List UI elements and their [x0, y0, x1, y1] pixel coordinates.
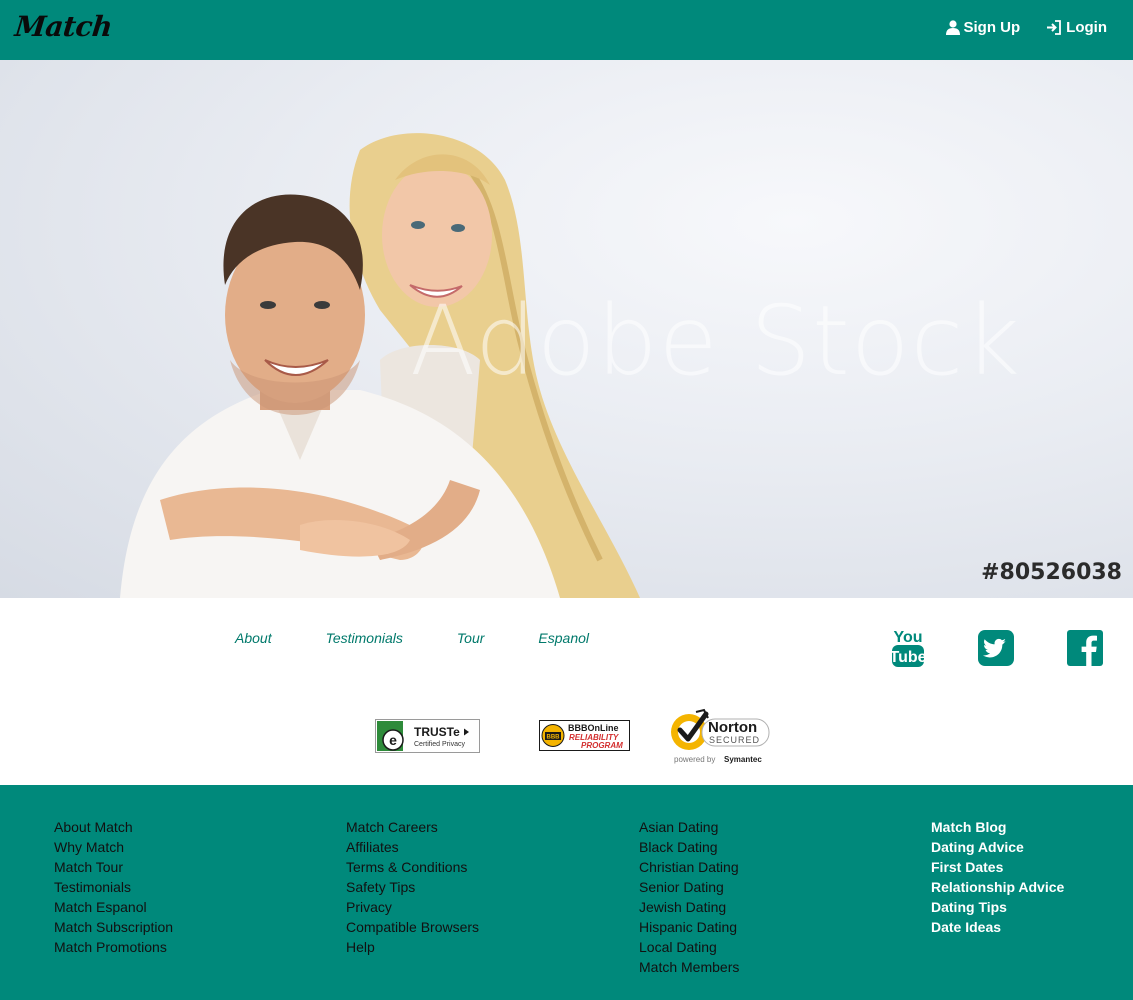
svg-text:Tube: Tube: [891, 649, 925, 666]
footer-link[interactable]: Black Dating: [639, 837, 739, 857]
svg-text:You: You: [893, 629, 922, 646]
subnav-about[interactable]: About: [235, 630, 272, 646]
footer-link[interactable]: Hispanic Dating: [639, 917, 739, 937]
norton-brand: Symantec: [724, 755, 762, 764]
match-logo[interactable]: Match: [13, 10, 113, 43]
norton-title: Norton: [708, 719, 757, 736]
stock-id: #80526038: [981, 560, 1122, 585]
footer-col-dating: Asian Dating Black Dating Christian Dati…: [639, 817, 739, 977]
subnav-testimonials[interactable]: Testimonials: [326, 630, 403, 646]
user-icon: [945, 20, 960, 35]
truste-seal-icon: e TRUSTe Certified Privacy: [375, 719, 480, 753]
norton-seal-icon: Norton SECURED powered by Symantec: [671, 708, 770, 764]
youtube-link[interactable]: You Tube: [891, 626, 925, 670]
footer-link[interactable]: Dating Advice: [931, 837, 1064, 857]
footer-col-info: Match Careers Affiliates Terms & Conditi…: [346, 817, 479, 957]
watermark-text: Adobe Stock: [410, 285, 1021, 397]
footer-link[interactable]: Terms & Conditions: [346, 857, 479, 877]
footer-link[interactable]: Match Members: [639, 957, 739, 977]
truste-title: TRUSTe: [414, 725, 460, 739]
norton-subtitle: SECURED: [709, 735, 760, 745]
footer-link[interactable]: Help: [346, 937, 479, 957]
signup-link[interactable]: Sign Up: [945, 19, 1021, 36]
footer-link[interactable]: Match Careers: [346, 817, 479, 837]
footer-link[interactable]: Senior Dating: [639, 877, 739, 897]
login-label: Login: [1066, 19, 1107, 36]
footer-link[interactable]: Match Blog: [931, 817, 1064, 837]
sign-in-icon: [1047, 20, 1062, 35]
norton-powered: powered by: [674, 755, 715, 764]
svg-text:BBB: BBB: [547, 735, 561, 741]
footer-link[interactable]: Privacy: [346, 897, 479, 917]
subnav-espanol[interactable]: Espanol: [538, 630, 589, 646]
bbb-seal-icon: BBB BBBOnLine RELIABILITY PROGRAM: [539, 720, 630, 751]
facebook-icon: [1067, 630, 1103, 666]
footer-col-blog: Match Blog Dating Advice First Dates Rel…: [931, 817, 1064, 937]
twitter-link[interactable]: [978, 630, 1014, 666]
secondary-nav: About Testimonials Tour Espanol: [235, 630, 589, 646]
subnav-tour[interactable]: Tour: [457, 630, 485, 646]
truste-badge[interactable]: e TRUSTe Certified Privacy: [375, 719, 481, 759]
footer-link[interactable]: Match Promotions: [54, 937, 173, 957]
footer-link[interactable]: Safety Tips: [346, 877, 479, 897]
footer-link[interactable]: Affiliates: [346, 837, 479, 857]
footer-col-company: About Match Why Match Match Tour Testimo…: [54, 817, 173, 957]
footer-link[interactable]: Date Ideas: [931, 917, 1064, 937]
signup-label: Sign Up: [963, 19, 1021, 36]
footer-link[interactable]: Local Dating: [639, 937, 739, 957]
bbb-line1: BBBOnLine: [568, 723, 619, 733]
footer-link[interactable]: Match Tour: [54, 857, 173, 877]
footer-link[interactable]: About Match: [54, 817, 173, 837]
twitter-icon: [978, 630, 1014, 666]
footer-link[interactable]: Relationship Advice: [931, 877, 1064, 897]
bbb-line3: PROGRAM: [581, 741, 623, 750]
footer-link[interactable]: Asian Dating: [639, 817, 739, 837]
footer-link[interactable]: Why Match: [54, 837, 173, 857]
footer-link[interactable]: Testimonials: [54, 877, 173, 897]
footer-link[interactable]: Dating Tips: [931, 897, 1064, 917]
facebook-link[interactable]: [1067, 630, 1103, 666]
norton-badge[interactable]: Norton SECURED powered by Symantec: [668, 708, 772, 771]
top-header: Match Sign Up Login: [0, 0, 1133, 60]
site-footer: About Match Why Match Match Tour Testimo…: [0, 785, 1133, 1000]
bbb-badge[interactable]: BBB BBBOnLine RELIABILITY PROGRAM: [539, 720, 631, 757]
footer-link[interactable]: First Dates: [931, 857, 1064, 877]
footer-link[interactable]: Match Espanol: [54, 897, 173, 917]
footer-link[interactable]: Compatible Browsers: [346, 917, 479, 937]
footer-link[interactable]: Match Subscription: [54, 917, 173, 937]
truste-subtitle: Certified Privacy: [414, 741, 465, 748]
footer-link[interactable]: Christian Dating: [639, 857, 739, 877]
hero-image: Adobe Stock #80526038: [0, 60, 1133, 598]
svg-text:e: e: [389, 732, 397, 748]
footer-link[interactable]: Jewish Dating: [639, 897, 739, 917]
header-nav: Sign Up Login: [945, 19, 1107, 36]
youtube-icon: You Tube: [891, 629, 925, 667]
login-link[interactable]: Login: [1046, 19, 1107, 36]
